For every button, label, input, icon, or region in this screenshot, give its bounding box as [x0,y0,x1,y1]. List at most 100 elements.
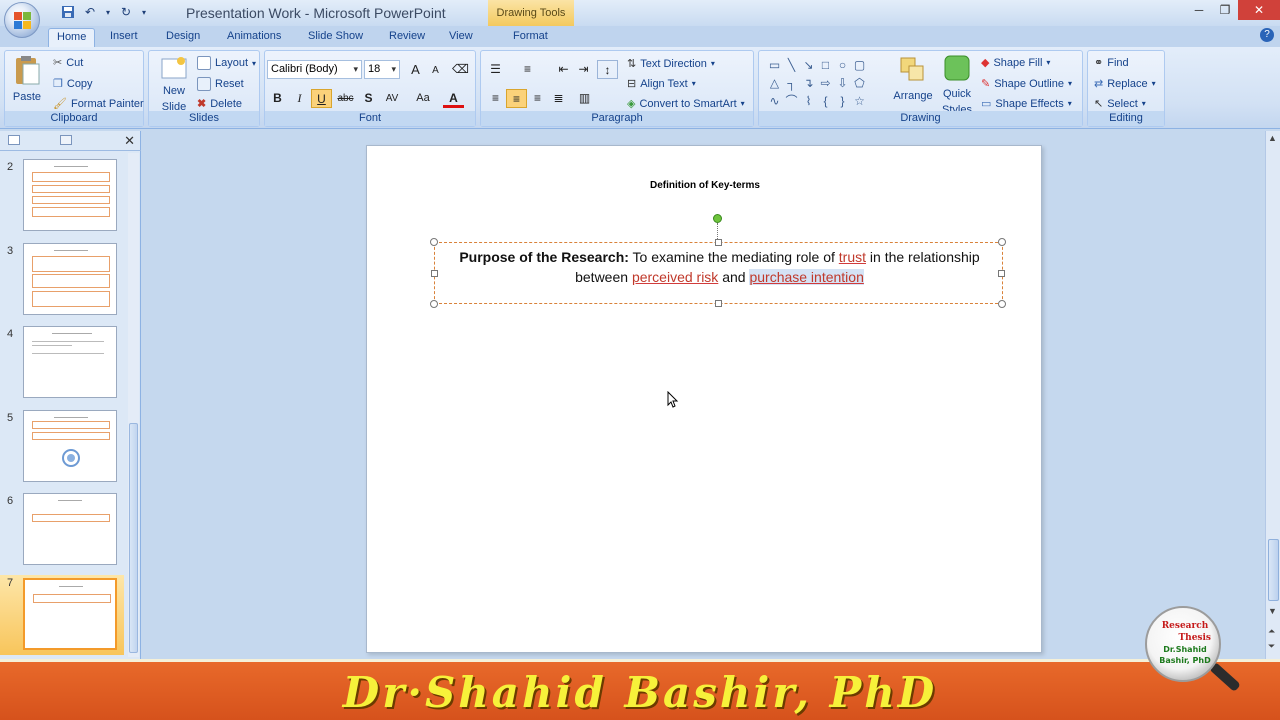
resize-handle[interactable] [715,300,722,307]
layout-button[interactable]: Layout ▾ [197,56,256,70]
align-left-icon[interactable]: ≡ [485,89,506,108]
office-button[interactable] [4,2,40,38]
elbow-connector-shape-icon[interactable]: ┐ [783,74,800,92]
shape-outline-button[interactable]: ✎ Shape Outline ▾ [981,77,1072,91]
tab-insert[interactable]: Insert [102,28,146,47]
text-shadow-button[interactable]: S [358,89,379,108]
bold-button[interactable]: B [267,89,288,108]
columns-icon[interactable]: ▥ [574,89,595,108]
previous-slide-icon[interactable]: ⏶ [1268,626,1275,637]
right-arrow-shape-icon[interactable]: ⇨ [817,74,834,92]
scroll-up-icon[interactable]: ▲ [1268,133,1277,143]
resize-handle[interactable] [998,270,1005,277]
pentagon-shape-icon[interactable]: ⬠ [851,74,868,92]
italic-button[interactable]: I [289,89,310,108]
shrink-font-button[interactable]: A [425,61,446,80]
grow-font-button[interactable]: A [405,60,426,79]
align-center-icon[interactable]: ≡ [506,89,527,108]
cut-button[interactable]: ✂ Cut [53,56,83,70]
outline-tab-icon[interactable] [60,135,72,145]
align-text-button[interactable]: ⊟ Align Text ▾ [627,77,696,91]
format-painter-button[interactable]: 🖌 Format Painter [53,97,144,111]
shape-fill-button[interactable]: ◆ Shape Fill ▾ [981,56,1050,70]
oval-shape-icon[interactable]: ○ [834,56,851,74]
close-pane-icon[interactable]: ✕ [124,133,135,149]
clear-formatting-icon[interactable]: ⌫ [450,60,471,79]
align-right-icon[interactable]: ≡ [527,89,548,108]
font-color-button[interactable]: A [443,89,464,108]
replace-button[interactable]: ⇄ Replace ▾ [1094,77,1156,91]
minimize-icon[interactable]: ─ [1186,0,1212,20]
slides-pane-scroll-thumb[interactable] [129,423,138,653]
arrange-button[interactable]: Arrange [891,54,935,102]
select-button[interactable]: ↖ Select ▾ [1094,97,1146,111]
tab-animations[interactable]: Animations [219,28,289,47]
right-brace-shape-icon[interactable]: } [834,92,851,110]
scroll-down-icon[interactable]: ▼ [1268,606,1277,616]
restore-icon[interactable]: ❐ [1212,0,1238,20]
next-slide-icon[interactable]: ⏷ [1268,641,1275,652]
triangle-shape-icon[interactable]: △ [766,74,783,92]
rectangle-shape-icon[interactable]: □ [817,56,834,74]
delete-button[interactable]: ✖ Delete [197,97,242,111]
resize-handle[interactable] [998,300,1006,308]
vertical-scroll-thumb[interactable] [1268,539,1279,601]
strikethrough-button[interactable]: abc [335,89,356,108]
left-brace-shape-icon[interactable]: { [817,92,834,110]
tab-slide-show[interactable]: Slide Show [300,28,371,47]
tab-design[interactable]: Design [158,28,208,47]
close-icon[interactable]: ✕ [1238,0,1280,20]
slide-thumbnail[interactable]: 5 [0,410,124,486]
rotate-handle[interactable] [713,214,722,223]
selected-text-box[interactable]: Purpose of the Research: To examine the … [430,238,1006,308]
shape-effects-button[interactable]: ▭ Shape Effects ▾ [981,97,1072,111]
reset-button[interactable]: Reset [197,77,244,91]
text-box-content[interactable]: Purpose of the Research: To examine the … [435,247,1004,287]
convert-smartart-button[interactable]: ◈ Convert to SmartArt ▾ [627,97,745,111]
font-name-combo[interactable]: Calibri (Body) [267,60,362,79]
tab-home[interactable]: Home [48,28,96,47]
paste-button[interactable]: Paste [9,55,45,103]
find-button[interactable]: ⚭ Find [1094,56,1129,70]
slides-tab-icon[interactable] [8,135,20,145]
slide-thumbnail-selected[interactable]: 7 [0,575,124,655]
slide-thumbnail[interactable]: 3 [0,243,124,319]
numbering-icon[interactable]: ≡ [517,60,538,79]
bullets-icon[interactable]: ☰ [485,60,506,79]
resize-handle[interactable] [430,300,438,308]
copy-button[interactable]: ❐ Copy [53,77,93,91]
undo-dropdown-icon[interactable]: ▾ [104,4,112,20]
undo-icon[interactable]: ↶ [82,4,98,20]
line-shape-icon[interactable]: ╲ [783,56,800,74]
arc-shape-icon[interactable]: ⌒ [783,92,800,110]
text-box-shape-icon[interactable]: ▭ [766,56,783,74]
tab-format[interactable]: Format [505,28,556,47]
slide-canvas[interactable]: Definition of Key-terms Purpose of the R… [366,145,1042,653]
down-arrow-shape-icon[interactable]: ⇩ [834,74,851,92]
curve-shape-icon[interactable]: ∿ [766,92,783,110]
resize-handle[interactable] [715,239,722,246]
new-slide-button[interactable]: New Slide [153,55,195,113]
arrow-line-shape-icon[interactable]: ↘ [800,56,817,74]
help-icon[interactable]: ? [1260,28,1274,42]
elbow-arrow-shape-icon[interactable]: ↴ [800,74,817,92]
customize-qat-icon[interactable]: ▾ [140,4,148,20]
line-spacing-icon[interactable]: ↕ [597,60,618,79]
quick-styles-button[interactable]: Quick Styles [937,54,977,116]
redo-icon[interactable]: ↻ [118,4,134,20]
justify-icon[interactable]: ≣ [548,89,569,108]
resize-handle[interactable] [430,238,438,246]
slide-thumbnail[interactable]: 2 [0,159,124,235]
tab-review[interactable]: Review [381,28,433,47]
resize-handle[interactable] [998,238,1006,246]
save-icon[interactable] [60,4,76,20]
underline-button[interactable]: U [311,89,332,108]
slide-thumbnail[interactable]: 4 [0,326,124,402]
slides-pane-scrollbar[interactable] [128,153,139,657]
star-shape-icon[interactable]: ☆ [851,92,868,110]
slide-title[interactable]: Definition of Key-terms [367,180,1043,191]
freeform-shape-icon[interactable]: ⌇ [800,92,817,110]
slide-thumbnail[interactable]: 6 [0,493,124,569]
rounded-rectangle-shape-icon[interactable]: ▢ [851,56,868,74]
character-spacing-button[interactable]: AV [379,89,405,108]
